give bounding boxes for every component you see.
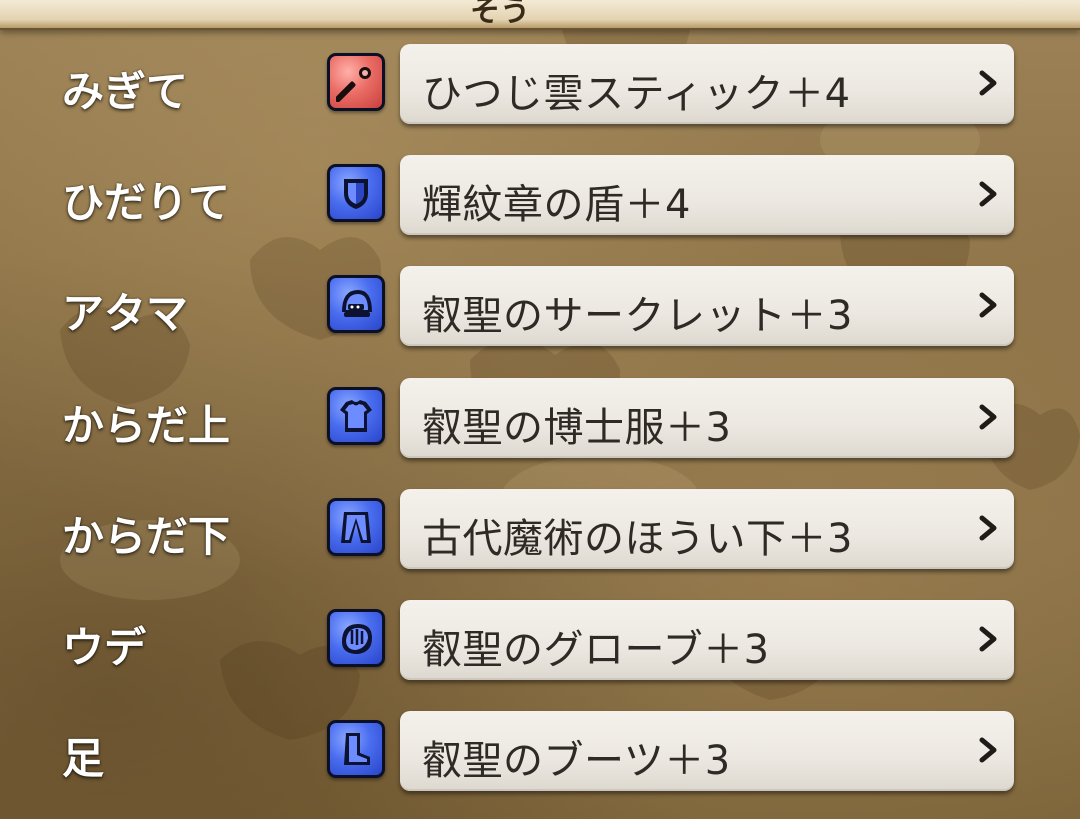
item-name: 古代魔術のほうい下＋3 [422,516,853,562]
chevron-right-icon [979,404,997,430]
equipment-row-right-hand: みぎて ひつじ雲スティック＋4 [0,42,1080,124]
equipment-item-button[interactable]: 古代魔術のほうい下＋3 [400,489,1014,569]
slot-label: 足 [62,734,105,783]
equipment-item-button[interactable]: 叡聖のブーツ＋3 [400,711,1014,791]
glove-icon-graphic [342,624,372,654]
equipment-row-head: アタマ 叡聖のサークレット＋3 [0,264,1080,346]
slot-label: みぎて [62,67,189,116]
equipment-row-body-upper: からだ上 叡聖の博士服＋3 [0,376,1080,458]
equipment-item-button[interactable]: 輝紋章の盾＋4 [400,155,1014,235]
pants-icon-graphic [341,512,371,543]
staff-icon-graphic [336,67,371,102]
boots-icon [327,720,385,778]
item-name: 輝紋章の盾＋4 [422,182,691,228]
slot-label: アタマ [62,289,189,338]
chevron-right-icon [979,292,997,318]
shield-icon [327,164,385,222]
equipment-row-body-lower: からだ下 古代魔術のほうい下＋3 [0,487,1080,569]
pants-icon [327,498,385,556]
item-name: ひつじ雲スティック＋4 [422,71,851,117]
staff-icon [327,53,385,111]
helmet-icon-graphic [342,290,372,317]
equipment-item-button[interactable]: ひつじ雲スティック＋4 [400,44,1014,124]
item-name: 叡聖のブーツ＋3 [422,738,731,784]
equipment-item-button[interactable]: 叡聖の博士服＋3 [400,378,1014,458]
equipment-item-button[interactable]: 叡聖のサークレット＋3 [400,266,1014,346]
chevron-right-icon [979,737,997,763]
item-name: 叡聖のサークレット＋3 [422,293,853,339]
equipment-row-left-hand: ひだりて 輝紋章の盾＋4 [0,153,1080,235]
chevron-right-icon [979,181,997,207]
equipment-row-feet: 足 叡聖のブーツ＋3 [0,709,1080,791]
slot-label: ウデ [62,623,147,672]
chevron-right-icon [979,515,997,541]
slot-label: からだ上 [62,401,231,450]
armor-icon-graphic [340,400,372,432]
item-name: 叡聖の博士服＋3 [422,405,732,451]
shield-icon-graphic [344,179,368,209]
equipment-item-button[interactable]: 叡聖のグローブ＋3 [400,600,1014,680]
slot-label: からだ下 [62,512,231,561]
glove-icon [327,609,385,667]
equipment-row-arms: ウデ 叡聖のグローブ＋3 [0,598,1080,680]
boots-icon-graphic [344,733,370,765]
header-title-fragment: そう [470,0,530,29]
header-bar: そう [0,0,1080,30]
chevron-right-icon [979,70,997,96]
slot-label: ひだりて [62,178,231,227]
armor-icon [327,387,385,445]
chevron-right-icon [979,626,997,652]
item-name: 叡聖のグローブ＋3 [422,627,770,673]
helmet-icon [327,275,385,333]
